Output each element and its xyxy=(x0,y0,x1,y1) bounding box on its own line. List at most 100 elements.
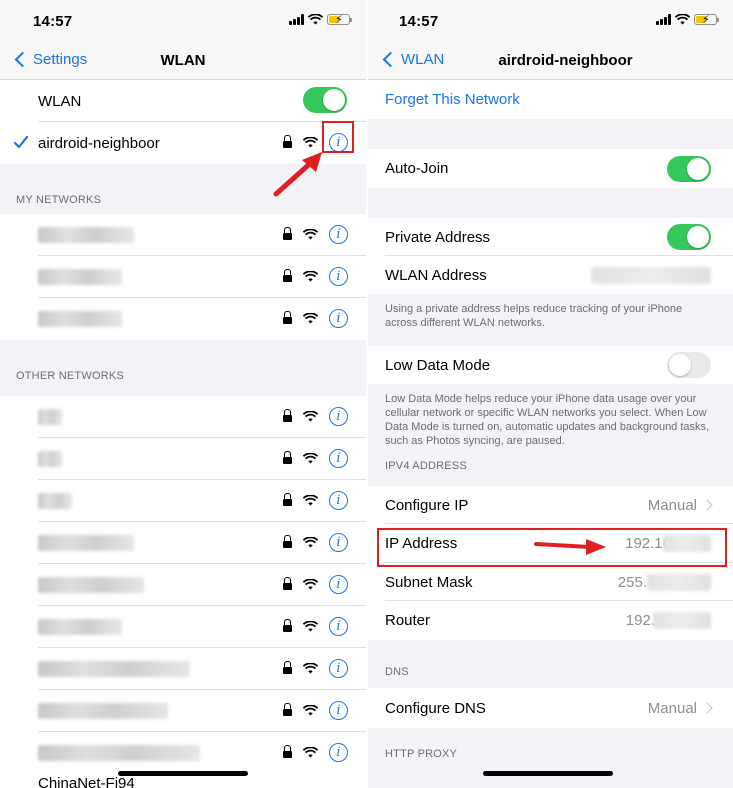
auto-join-label: Auto-Join xyxy=(385,160,449,177)
connected-network-name: airdroid-neighboor xyxy=(38,134,160,152)
lock-icon xyxy=(283,493,292,507)
info-icon[interactable]: i xyxy=(329,449,348,468)
network-row[interactable]: i xyxy=(0,256,366,298)
network-row[interactable]: i xyxy=(0,732,366,774)
wifi-icon xyxy=(303,663,318,674)
info-icon[interactable]: i xyxy=(329,267,348,286)
network-name-redacted xyxy=(38,661,190,677)
info-icon[interactable]: i xyxy=(329,659,348,678)
lock-icon xyxy=(283,703,292,717)
network-name-redacted xyxy=(38,311,122,327)
lock-icon xyxy=(283,745,292,759)
wifi-icon xyxy=(303,747,318,758)
private-address-row: Private Address xyxy=(368,218,733,256)
network-row[interactable]: i xyxy=(0,564,366,606)
wifi-icon xyxy=(303,705,318,716)
network-row[interactable]: i xyxy=(0,606,366,648)
home-indicator xyxy=(118,771,248,776)
wifi-icon xyxy=(303,453,318,464)
network-row[interactable]: i xyxy=(0,438,366,480)
network-row[interactable]: i xyxy=(0,480,366,522)
configure-ip-label: Configure IP xyxy=(385,496,469,514)
router-row: Router 192. xyxy=(368,601,733,640)
network-name-redacted xyxy=(38,535,134,551)
network-row[interactable]: i xyxy=(0,214,366,256)
network-name-redacted xyxy=(38,409,62,425)
lock-icon xyxy=(283,227,292,241)
checkmark-icon xyxy=(14,136,28,149)
status-bar: 14:57 ⚡ xyxy=(368,0,733,44)
network-name-redacted xyxy=(38,227,134,243)
http-proxy-header: HTTP PROXY xyxy=(385,748,458,760)
status-bar: 14:57 ⚡ xyxy=(0,0,366,44)
ipv4-header: IPV4 ADDRESS xyxy=(385,460,467,472)
wifi-icon xyxy=(303,313,318,324)
wlan-address-label: WLAN Address xyxy=(385,266,487,284)
my-networks-header: MY NETWORKS xyxy=(16,194,102,206)
wifi-icon xyxy=(303,137,318,148)
arrow-icon xyxy=(273,152,322,197)
wifi-icon xyxy=(303,411,318,422)
network-name-redacted xyxy=(38,703,168,719)
other-networks-header: OTHER NETWORKS xyxy=(16,370,124,382)
info-icon[interactable]: i xyxy=(329,701,348,720)
configure-ip-row[interactable]: Configure IP Manual xyxy=(368,486,733,524)
network-row[interactable]: i xyxy=(0,396,366,438)
home-indicator xyxy=(483,771,613,776)
wlan-toggle[interactable] xyxy=(303,87,347,113)
info-icon[interactable]: i xyxy=(329,575,348,594)
info-icon[interactable]: i xyxy=(329,533,348,552)
low-data-toggle[interactable] xyxy=(667,352,711,378)
network-row[interactable]: i xyxy=(0,522,366,564)
lock-icon xyxy=(283,577,292,591)
info-icon[interactable]: i xyxy=(329,743,348,762)
status-time: 14:57 xyxy=(33,13,73,30)
chevron-right-icon xyxy=(701,499,713,511)
info-icon[interactable]: i xyxy=(329,309,348,328)
network-name-redacted xyxy=(38,493,72,509)
chevron-right-icon xyxy=(701,702,713,714)
auto-join-toggle[interactable] xyxy=(667,156,711,182)
configure-dns-row[interactable]: Configure DNS Manual xyxy=(368,688,733,728)
dns-header: DNS xyxy=(385,666,409,678)
forget-network-button[interactable]: Forget This Network xyxy=(385,91,520,108)
wlan-toggle-row: WLAN xyxy=(0,80,366,122)
subnet-mask-label: Subnet Mask xyxy=(385,573,473,591)
info-icon[interactable]: i xyxy=(329,491,348,510)
subnet-mask-value: 255. xyxy=(617,573,647,591)
status-time: 14:57 xyxy=(399,13,439,30)
wifi-icon xyxy=(303,537,318,548)
forget-network-row[interactable]: Forget This Network xyxy=(368,80,733,119)
wifi-icon xyxy=(303,495,318,506)
highlight-box xyxy=(322,121,354,153)
info-icon[interactable]: i xyxy=(329,407,348,426)
nav-bar: Settings WLAN xyxy=(0,44,366,80)
network-detail-screen: 14:57 ⚡ WLAN airdroid-neighboor Forget T… xyxy=(368,0,733,788)
network-row[interactable]: i xyxy=(0,690,366,732)
partial-network-name: ChinaNet-Fi94 xyxy=(38,775,135,788)
router-label: Router xyxy=(385,612,431,629)
info-icon[interactable]: i xyxy=(329,225,348,244)
network-row[interactable]: i xyxy=(0,648,366,690)
network-name-redacted xyxy=(38,451,62,467)
subnet-mask-redacted xyxy=(647,574,711,591)
private-address-note: Using a private address helps reduce tra… xyxy=(385,303,683,329)
network-name-redacted xyxy=(38,745,200,761)
arrow-icon xyxy=(534,539,606,555)
private-address-label: Private Address xyxy=(385,228,491,246)
network-row[interactable]: i xyxy=(0,298,366,340)
lock-icon xyxy=(283,269,292,283)
configure-dns-label: Configure DNS xyxy=(385,699,486,717)
private-address-toggle[interactable] xyxy=(667,224,711,250)
low-data-label: Low Data Mode xyxy=(385,356,491,374)
wifi-icon xyxy=(308,14,323,25)
battery-icon: ⚡ xyxy=(327,14,352,26)
info-icon[interactable]: i xyxy=(329,617,348,636)
configure-dns-value: Manual xyxy=(647,699,697,717)
wlan-address-value-redacted xyxy=(591,267,711,284)
network-name-redacted xyxy=(38,577,144,593)
wlan-label: WLAN xyxy=(38,92,82,110)
lock-icon xyxy=(283,451,292,465)
page-title: WLAN xyxy=(160,52,206,69)
other-networks-header-wrap: OTHER NETWORKS xyxy=(0,340,366,390)
